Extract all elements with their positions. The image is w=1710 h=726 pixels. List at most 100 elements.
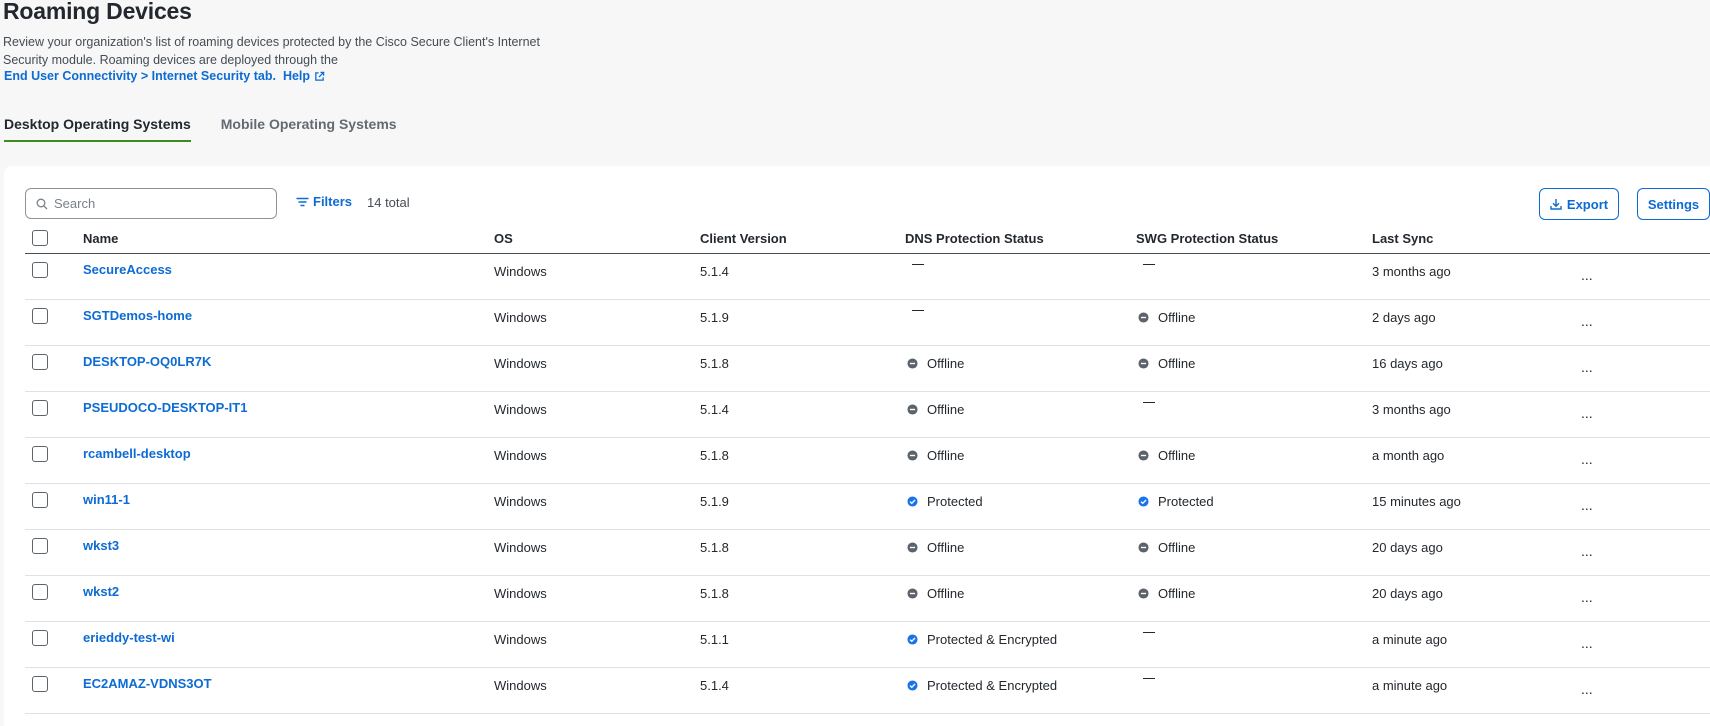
row-checkbox[interactable] bbox=[32, 262, 48, 278]
row-actions-menu[interactable]: ... bbox=[1581, 406, 1593, 420]
help-link[interactable]: Help bbox=[283, 69, 325, 83]
client-version: 5.1.9 bbox=[700, 310, 729, 325]
row-actions-menu[interactable]: ... bbox=[1581, 544, 1593, 558]
last-sync: 20 days ago bbox=[1372, 540, 1443, 555]
column-header-name[interactable]: Name bbox=[83, 231, 118, 246]
settings-button[interactable]: Settings bbox=[1637, 188, 1710, 220]
last-sync: a minute ago bbox=[1372, 678, 1448, 693]
row-checkbox[interactable] bbox=[32, 538, 48, 554]
search-input[interactable] bbox=[54, 196, 254, 211]
client-version: 5.1.8 bbox=[700, 356, 729, 371]
column-header-last-sync[interactable]: Last Sync bbox=[1372, 231, 1433, 246]
table-row: wkst2 Windows 5.1.8 Offline Offline 20 days a… bbox=[25, 576, 1710, 622]
row-checkbox[interactable] bbox=[32, 308, 48, 324]
row-actions-menu[interactable]: ... bbox=[1581, 590, 1593, 604]
dns-status-label: Offline bbox=[927, 356, 965, 371]
device-os: Windows bbox=[494, 310, 547, 325]
row-checkbox[interactable] bbox=[32, 400, 48, 416]
client-version: 5.1.8 bbox=[700, 448, 729, 463]
dns-status: Protected & Encrypted bbox=[905, 678, 1057, 693]
row-actions-menu[interactable]: ... bbox=[1581, 498, 1593, 512]
last-sync: a minute ago bbox=[1372, 632, 1448, 647]
table-row: wkst3 Windows 5.1.8 Offline Offline 20 days a… bbox=[25, 530, 1710, 576]
row-actions-menu[interactable]: ... bbox=[1581, 452, 1593, 466]
row-actions-menu[interactable]: ... bbox=[1581, 268, 1593, 282]
row-checkbox[interactable] bbox=[32, 676, 48, 692]
device-os: Windows bbox=[494, 540, 547, 555]
device-name-link[interactable]: wkst3 bbox=[83, 538, 119, 553]
device-os: Windows bbox=[494, 356, 547, 371]
internet-security-tab-link[interactable]: End User Connectivity > Internet Securit… bbox=[4, 69, 276, 83]
device-name-link[interactable]: EC2AMAZ-VDNS3OT bbox=[83, 676, 212, 691]
dns-status-label: Offline bbox=[927, 540, 965, 555]
empty-dash bbox=[912, 310, 924, 311]
column-header-swg-status[interactable]: SWG Protection Status bbox=[1136, 231, 1278, 246]
devices-panel: Filters 14 total Export Settings Name OS… bbox=[4, 166, 1710, 726]
device-name-link[interactable]: erieddy-test-wi bbox=[83, 630, 175, 645]
row-checkbox[interactable] bbox=[32, 492, 48, 508]
row-actions-menu[interactable]: ... bbox=[1581, 314, 1593, 328]
tab-desktop-os[interactable]: Desktop Operating Systems bbox=[4, 116, 191, 142]
table-row: EC2AMAZ-VDNS3OT Windows 5.1.4 Protected & E… bbox=[25, 668, 1710, 714]
column-header-os[interactable]: OS bbox=[494, 231, 513, 246]
last-sync: a month ago bbox=[1372, 448, 1445, 463]
device-name-link[interactable]: PSEUDOCO-DESKTOP-IT1 bbox=[83, 400, 247, 415]
offline-icon bbox=[907, 404, 918, 415]
device-name-link[interactable]: rcambell-desktop bbox=[83, 446, 191, 461]
dns-status-label: Protected & Encrypted bbox=[927, 678, 1058, 693]
client-version: 5.1.4 bbox=[700, 264, 729, 279]
row-actions-menu[interactable]: ... bbox=[1581, 360, 1593, 374]
external-link-icon bbox=[315, 71, 325, 81]
device-name-link[interactable]: SecureAccess bbox=[83, 262, 172, 277]
select-all-checkbox[interactable] bbox=[32, 230, 48, 246]
offline-icon bbox=[1138, 450, 1149, 461]
table-row: SecureAccess Windows 5.1.4 3 months ago... bbox=[25, 254, 1710, 300]
dns-status-empty bbox=[905, 310, 924, 311]
client-version: 5.1.4 bbox=[700, 678, 729, 693]
device-os: Windows bbox=[494, 448, 547, 463]
description-links: End User Connectivity > Internet Securit… bbox=[4, 69, 325, 83]
table-row: erieddy-test-wi Windows 5.1.1 Protected & E… bbox=[25, 622, 1710, 668]
dns-status-label: Offline bbox=[927, 448, 965, 463]
search-box[interactable] bbox=[25, 188, 277, 219]
swg-status-empty bbox=[1136, 632, 1155, 633]
device-name-link[interactable]: DESKTOP-OQ0LR7K bbox=[83, 354, 211, 369]
dns-status-empty bbox=[905, 264, 924, 265]
dns-status-label: Protected & Encrypted bbox=[927, 632, 1058, 647]
offline-icon bbox=[907, 588, 918, 599]
row-actions-menu[interactable]: ... bbox=[1581, 682, 1593, 696]
export-button[interactable]: Export bbox=[1539, 188, 1619, 220]
dns-status: Protected & Encrypted bbox=[905, 632, 1057, 647]
device-name-link[interactable]: win11-1 bbox=[83, 492, 130, 507]
row-checkbox[interactable] bbox=[32, 584, 48, 600]
column-header-dns-status[interactable]: DNS Protection Status bbox=[905, 231, 1044, 246]
table-row: PSEUDOCO-DESKTOP-IT1 Windows 5.1.4 Offline 3… bbox=[25, 392, 1710, 438]
filters-button[interactable]: Filters bbox=[296, 194, 352, 209]
help-link-label: Help bbox=[282, 69, 311, 83]
last-sync: 3 months ago bbox=[1372, 402, 1451, 417]
tab-mobile-os[interactable]: Mobile Operating Systems bbox=[221, 116, 397, 142]
table-row: rcambell-desktop Windows 5.1.8 Offline Offli… bbox=[25, 438, 1710, 484]
swg-status: Offline bbox=[1136, 586, 1195, 601]
row-checkbox[interactable] bbox=[32, 354, 48, 370]
search-icon bbox=[36, 198, 48, 209]
device-name-link[interactable]: wkst2 bbox=[83, 584, 119, 599]
device-name-link[interactable]: SGTDemos-home bbox=[83, 308, 192, 323]
row-checkbox[interactable] bbox=[32, 446, 48, 462]
swg-status: Offline bbox=[1136, 540, 1195, 555]
client-version: 5.1.9 bbox=[700, 494, 729, 509]
dns-status: Offline bbox=[905, 540, 964, 555]
row-actions-menu[interactable]: ... bbox=[1581, 636, 1593, 650]
swg-status-label: Protected bbox=[1158, 494, 1214, 509]
column-header-client-version[interactable]: Client Version bbox=[700, 231, 787, 246]
dns-status: Offline bbox=[905, 402, 964, 417]
offline-icon bbox=[1138, 358, 1149, 369]
offline-icon bbox=[1138, 588, 1149, 599]
client-version: 5.1.8 bbox=[700, 586, 729, 601]
last-sync: 15 minutes ago bbox=[1372, 494, 1461, 509]
device-os: Windows bbox=[494, 494, 547, 509]
swg-status-empty bbox=[1136, 402, 1155, 403]
check-circle-icon bbox=[907, 634, 918, 645]
swg-status-label: Offline bbox=[1158, 540, 1196, 555]
row-checkbox[interactable] bbox=[32, 630, 48, 646]
